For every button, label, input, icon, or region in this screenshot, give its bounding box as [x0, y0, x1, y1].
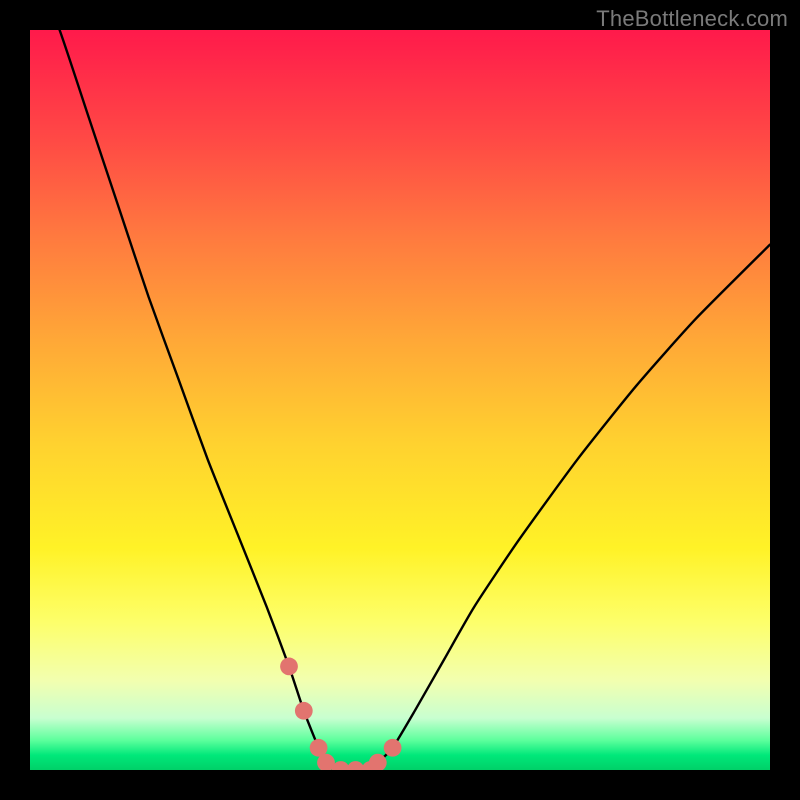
chart-frame: TheBottleneck.com [0, 0, 800, 800]
bottom-dot [384, 739, 402, 757]
bottleneck-curve [30, 30, 770, 770]
bottom-dot [280, 658, 298, 676]
bottom-dots-group [280, 658, 401, 770]
chart-svg [30, 30, 770, 770]
chart-plot-area [30, 30, 770, 770]
watermark-text: TheBottleneck.com [596, 6, 788, 32]
bottom-dot [295, 702, 313, 720]
